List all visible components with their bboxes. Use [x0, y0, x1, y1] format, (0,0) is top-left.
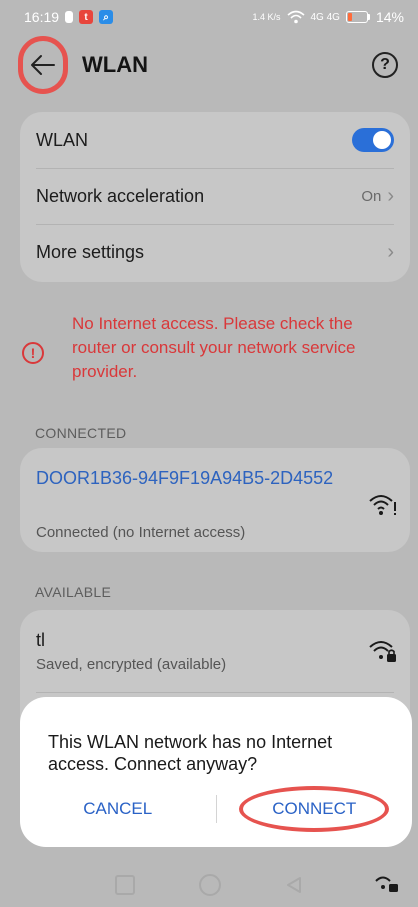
arrow-left-icon [31, 55, 55, 75]
connected-network-status: Connected (no Internet access) [36, 524, 246, 541]
acceleration-label: Network acceleration [36, 185, 205, 206]
settings-card: WLAN Network acceleration On › More sett… [20, 112, 410, 282]
dialog-message: This WLAN network has no Internet access… [48, 732, 333, 774]
status-time: 16:19 [24, 9, 60, 25]
recents-icon[interactable] [115, 874, 135, 895]
header: WLAN ? [0, 34, 418, 96]
connect-button-wrap: CONNECT [217, 786, 413, 832]
more-settings-chevron-wrap: › [387, 242, 394, 262]
cell-signal: 4G 4G [310, 11, 340, 23]
dialog-actions: CANCEL CONNECT [20, 786, 413, 832]
wifi-status-icon [286, 10, 305, 24]
navigation-bar [0, 862, 418, 907]
warning-text: No Internet access. Please check the rou… [72, 314, 356, 381]
more-settings-row[interactable]: More settings › [20, 224, 410, 280]
question-circle-icon[interactable]: ? [372, 52, 398, 78]
connect-anyway-dialog: This WLAN network has no Internet access… [20, 697, 412, 847]
battery-icon [345, 11, 368, 23]
list-item[interactable]: tl Saved, encrypted (available) [20, 610, 410, 690]
network-speed: 1.4 K/s [252, 11, 281, 22]
home-icon[interactable] [199, 873, 221, 896]
wifi-warning-icon [369, 495, 396, 515]
divider [36, 692, 394, 693]
no-internet-warning: ! No Internet access. Please check the r… [22, 312, 392, 384]
page-title: WLAN [82, 52, 148, 77]
back-nav-icon[interactable] [285, 876, 303, 894]
search-notification-icon: ⌕ [99, 10, 114, 24]
battery-cap-icon [367, 14, 370, 20]
app-notification-icon: t [79, 10, 94, 24]
available-section-label: AVAILABLE [35, 584, 112, 600]
connect-label: CONNECT [272, 799, 357, 818]
acceleration-value: On [361, 187, 382, 205]
notification-icon [65, 11, 74, 23]
status-left: 16:19 t ⌕ [24, 9, 114, 25]
network-status: Saved, encrypted (available) [36, 656, 227, 673]
status-right: 1.4 K/s 4G 4G 14% [252, 9, 404, 25]
status-bar: 16:19 t ⌕ 1.4 K/s 4G 4G 14% [0, 0, 418, 34]
network-name: tl [36, 630, 45, 650]
wlan-toggle[interactable] [352, 128, 394, 152]
acceleration-value-wrap: On › [361, 186, 394, 206]
more-settings-label: More settings [36, 241, 145, 262]
back-button[interactable] [18, 36, 68, 94]
alert-circle-icon: ! [22, 342, 44, 364]
wlan-toggle-row[interactable]: WLAN [20, 112, 410, 168]
wlan-label: WLAN [36, 129, 89, 150]
chevron-right-icon: › [387, 241, 394, 263]
wifi-locked-icon [369, 641, 396, 662]
connected-network-name: DOOR1B36-94F9F19A94B5-2D4552 [36, 468, 334, 488]
connected-section-label: CONNECTED [35, 425, 127, 441]
connect-button[interactable]: CONNECT [239, 786, 390, 832]
cancel-button[interactable]: CANCEL [20, 787, 216, 831]
network-acceleration-row[interactable]: Network acceleration On › [20, 168, 410, 224]
chevron-right-icon: › [387, 185, 394, 207]
connected-network-card[interactable]: DOOR1B36-94F9F19A94B5-2D4552 Connected (… [20, 448, 410, 552]
battery-level: 14% [375, 9, 404, 25]
